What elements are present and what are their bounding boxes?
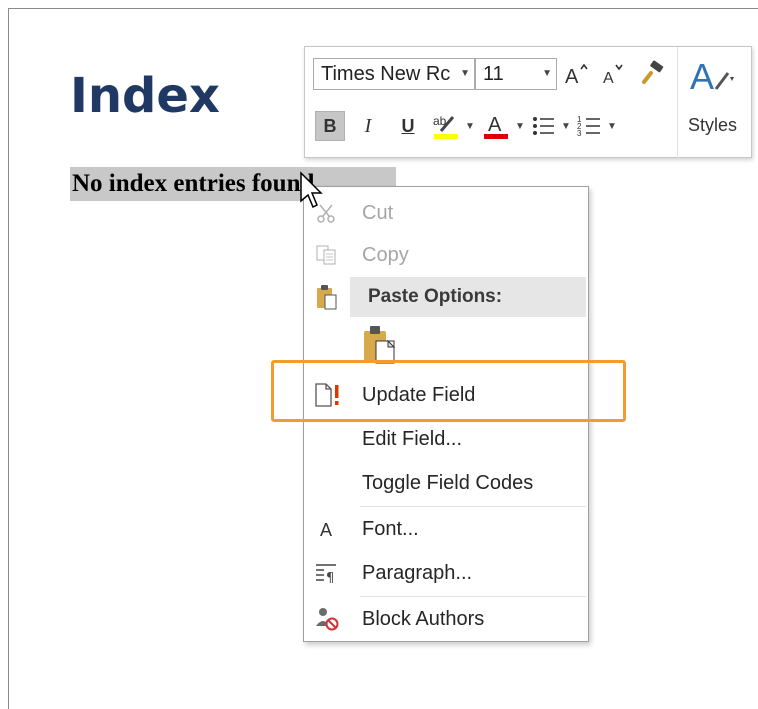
mini-toolbar: Times New Rc ▼ 11 ▼ A A B I U ab ▼ A ▼ ▼… xyxy=(304,46,754,159)
svg-text:A: A xyxy=(565,66,579,87)
grow-font-icon[interactable]: A xyxy=(561,59,591,89)
menu-item-block-authors[interactable]: Block Authors xyxy=(304,599,588,639)
bullets-icon[interactable] xyxy=(529,111,559,141)
bold-button[interactable]: B xyxy=(315,111,345,141)
menu-label: Copy xyxy=(362,244,409,266)
font-name-combo[interactable]: Times New Rc ▼ xyxy=(313,58,475,90)
chevron-down-icon[interactable]: ▼ xyxy=(465,121,475,132)
menu-label: Toggle Field Codes xyxy=(362,472,534,494)
menu-item-copy[interactable]: Copy xyxy=(304,235,588,275)
chevron-down-icon: ▼ xyxy=(460,68,470,79)
svg-text:¶: ¶ xyxy=(326,571,334,585)
menu-item-cut[interactable]: Cut xyxy=(304,193,588,233)
menu-item-edit-field[interactable]: Edit Field... xyxy=(304,419,588,459)
svg-text:A: A xyxy=(603,70,614,87)
menu-item-font[interactable]: A Font... xyxy=(304,509,588,549)
svg-text:3: 3 xyxy=(577,129,582,138)
numbering-icon[interactable]: 123 xyxy=(575,111,605,141)
font-color-icon[interactable]: A xyxy=(481,111,511,141)
format-painter-icon[interactable] xyxy=(637,59,667,89)
chevron-down-icon[interactable]: ▼ xyxy=(515,121,525,132)
chevron-down-icon: ▼ xyxy=(542,68,552,79)
menu-separator xyxy=(360,506,586,507)
svg-text:A: A xyxy=(690,57,714,97)
mouse-pointer-icon xyxy=(299,171,327,218)
highlight-icon[interactable]: ab xyxy=(431,111,461,141)
block-authors-icon xyxy=(312,605,342,633)
svg-text:A: A xyxy=(488,114,502,136)
chevron-down-icon[interactable]: ▼ xyxy=(561,121,571,132)
styles-button[interactable]: A Styles xyxy=(677,47,754,159)
paste-options-header: Paste Options: xyxy=(350,277,586,317)
menu-label: Paragraph... xyxy=(362,562,473,584)
menu-separator xyxy=(360,596,586,597)
styles-icon: A xyxy=(690,56,740,102)
font-icon: A xyxy=(312,515,342,543)
italic-button[interactable]: I xyxy=(353,111,383,141)
menu-label: Cut xyxy=(362,202,394,224)
font-name-value: Times New Rc xyxy=(321,63,451,85)
svg-text:A: A xyxy=(320,520,332,540)
font-size-value: 11 xyxy=(483,63,504,85)
font-size-combo[interactable]: 11 ▼ xyxy=(475,58,557,90)
menu-label: Font... xyxy=(362,518,419,540)
menu-label: Block Authors xyxy=(362,608,485,630)
menu-item-toggle-field-codes[interactable]: Toggle Field Codes xyxy=(304,463,588,503)
chevron-down-icon[interactable]: ▼ xyxy=(607,121,617,132)
copy-icon xyxy=(312,241,342,269)
paste-options-label: Paste Options: xyxy=(368,286,503,307)
underline-button[interactable]: U xyxy=(393,111,423,141)
index-heading: Index xyxy=(70,68,220,124)
shrink-font-icon[interactable]: A xyxy=(597,59,627,89)
paragraph-icon: ¶ xyxy=(312,559,342,587)
highlight-frame xyxy=(271,360,626,422)
clipboard-icon xyxy=(312,283,342,311)
styles-label: Styles xyxy=(688,115,738,135)
menu-label: Edit Field... xyxy=(362,428,463,450)
menu-item-paragraph[interactable]: ¶ Paragraph... xyxy=(304,553,588,593)
